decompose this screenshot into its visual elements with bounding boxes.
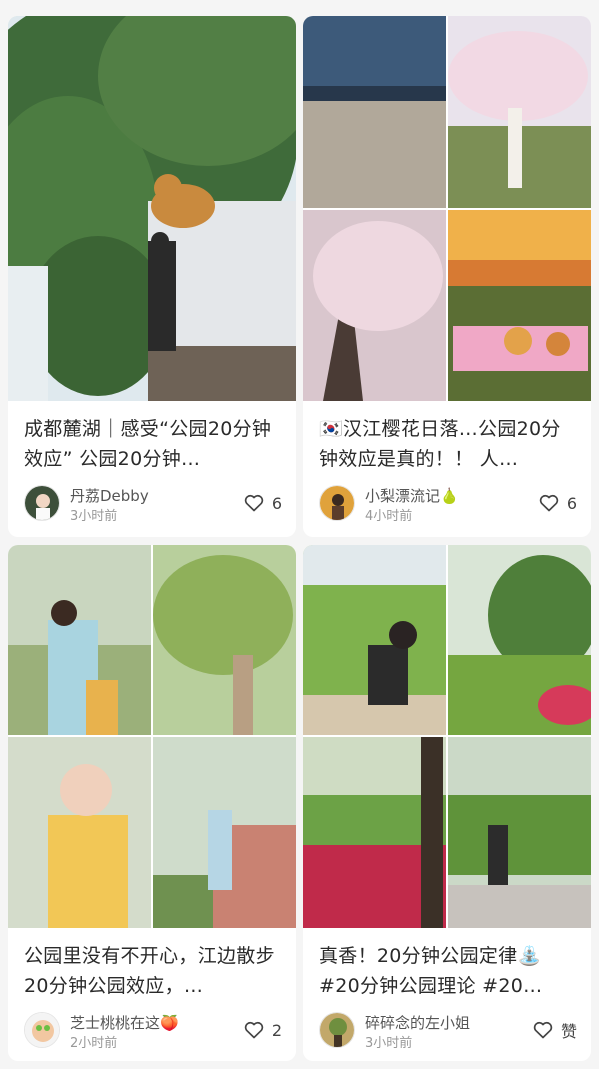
heart-icon[interactable] — [533, 1021, 553, 1039]
heart-icon[interactable] — [244, 1021, 264, 1039]
author-name[interactable]: 小梨漂流记🍐 — [365, 485, 459, 506]
author-name[interactable]: 芝士桃桃在这🍑 — [70, 1012, 179, 1033]
cover-photo-cherry-blossom-collage — [303, 16, 591, 401]
author-row[interactable]: 碎碎念的左小姐 3小时前 赞 — [319, 1012, 577, 1051]
author-row[interactable]: 小梨漂流记🍐 4小时前 6 — [319, 485, 577, 524]
feed-card-1[interactable]: 成都麓湖｜感受“公园20分钟效应” 公园20分钟… 丹荔Debby 3小时前 6 — [8, 16, 296, 537]
like-button[interactable]: 6 — [244, 491, 282, 515]
card-title[interactable]: 真香！20分钟公园定律⛲ #20分钟公园理论 #20… — [319, 941, 579, 1001]
card-cover-image[interactable] — [8, 16, 296, 401]
like-count: 6 — [271, 493, 282, 513]
post-time: 2小时前 — [70, 1036, 118, 1051]
heart-icon[interactable] — [244, 494, 264, 512]
like-count: 2 — [271, 1020, 282, 1040]
author-row[interactable]: 丹荔Debby 3小时前 6 — [24, 485, 282, 524]
heart-icon[interactable] — [539, 494, 559, 512]
cover-photo-river-park-collage — [303, 545, 591, 928]
card-title[interactable]: 🇰🇷汉江樱花日落…公园20分钟效应是真的！！ 人… — [319, 414, 579, 474]
author-row[interactable]: 芝士桃桃在这🍑 2小时前 2 — [24, 1012, 282, 1051]
avatar-girl-icon[interactable] — [24, 485, 60, 521]
post-time: 3小时前 — [70, 509, 118, 524]
card-cover-image[interactable] — [303, 545, 591, 928]
author-name[interactable]: 碎碎念的左小姐 — [365, 1012, 470, 1033]
card-title[interactable]: 公园里没有不开心，江边散步 20分钟公园效应，… — [24, 941, 284, 1001]
like-button[interactable]: 赞 — [533, 1018, 577, 1042]
feed-card-2[interactable]: 🇰🇷汉江樱花日落…公园20分钟效应是真的！！ 人… 小梨漂流记🍐 4小时前 6 — [303, 16, 591, 537]
cover-photo-tree-cat-sculpture — [8, 16, 296, 401]
like-button[interactable]: 2 — [244, 1018, 282, 1042]
cover-photo-park-walk-collage — [8, 545, 296, 928]
author-name[interactable]: 丹荔Debby — [70, 485, 149, 506]
like-count: 6 — [566, 493, 577, 513]
like-button[interactable]: 6 — [539, 491, 577, 515]
avatar-person-icon[interactable] — [319, 485, 355, 521]
avatar-outdoor-icon[interactable] — [319, 1012, 355, 1048]
feed-card-3[interactable]: 公园里没有不开心，江边散步 20分钟公园效应，… 芝士桃桃在这🍑 2小时前 2 — [8, 545, 296, 1061]
card-title[interactable]: 成都麓湖｜感受“公园20分钟效应” 公园20分钟… — [24, 414, 284, 474]
like-count: 赞 — [560, 1022, 577, 1041]
feed-card-4[interactable]: 真香！20分钟公园定律⛲ #20分钟公园理论 #20… 碎碎念的左小姐 3小时前… — [303, 545, 591, 1061]
card-cover-image[interactable] — [303, 16, 591, 401]
card-cover-image[interactable] — [8, 545, 296, 928]
post-time: 3小时前 — [365, 1036, 413, 1051]
post-time: 4小时前 — [365, 509, 413, 524]
avatar-cartoon-icon[interactable] — [24, 1012, 60, 1048]
